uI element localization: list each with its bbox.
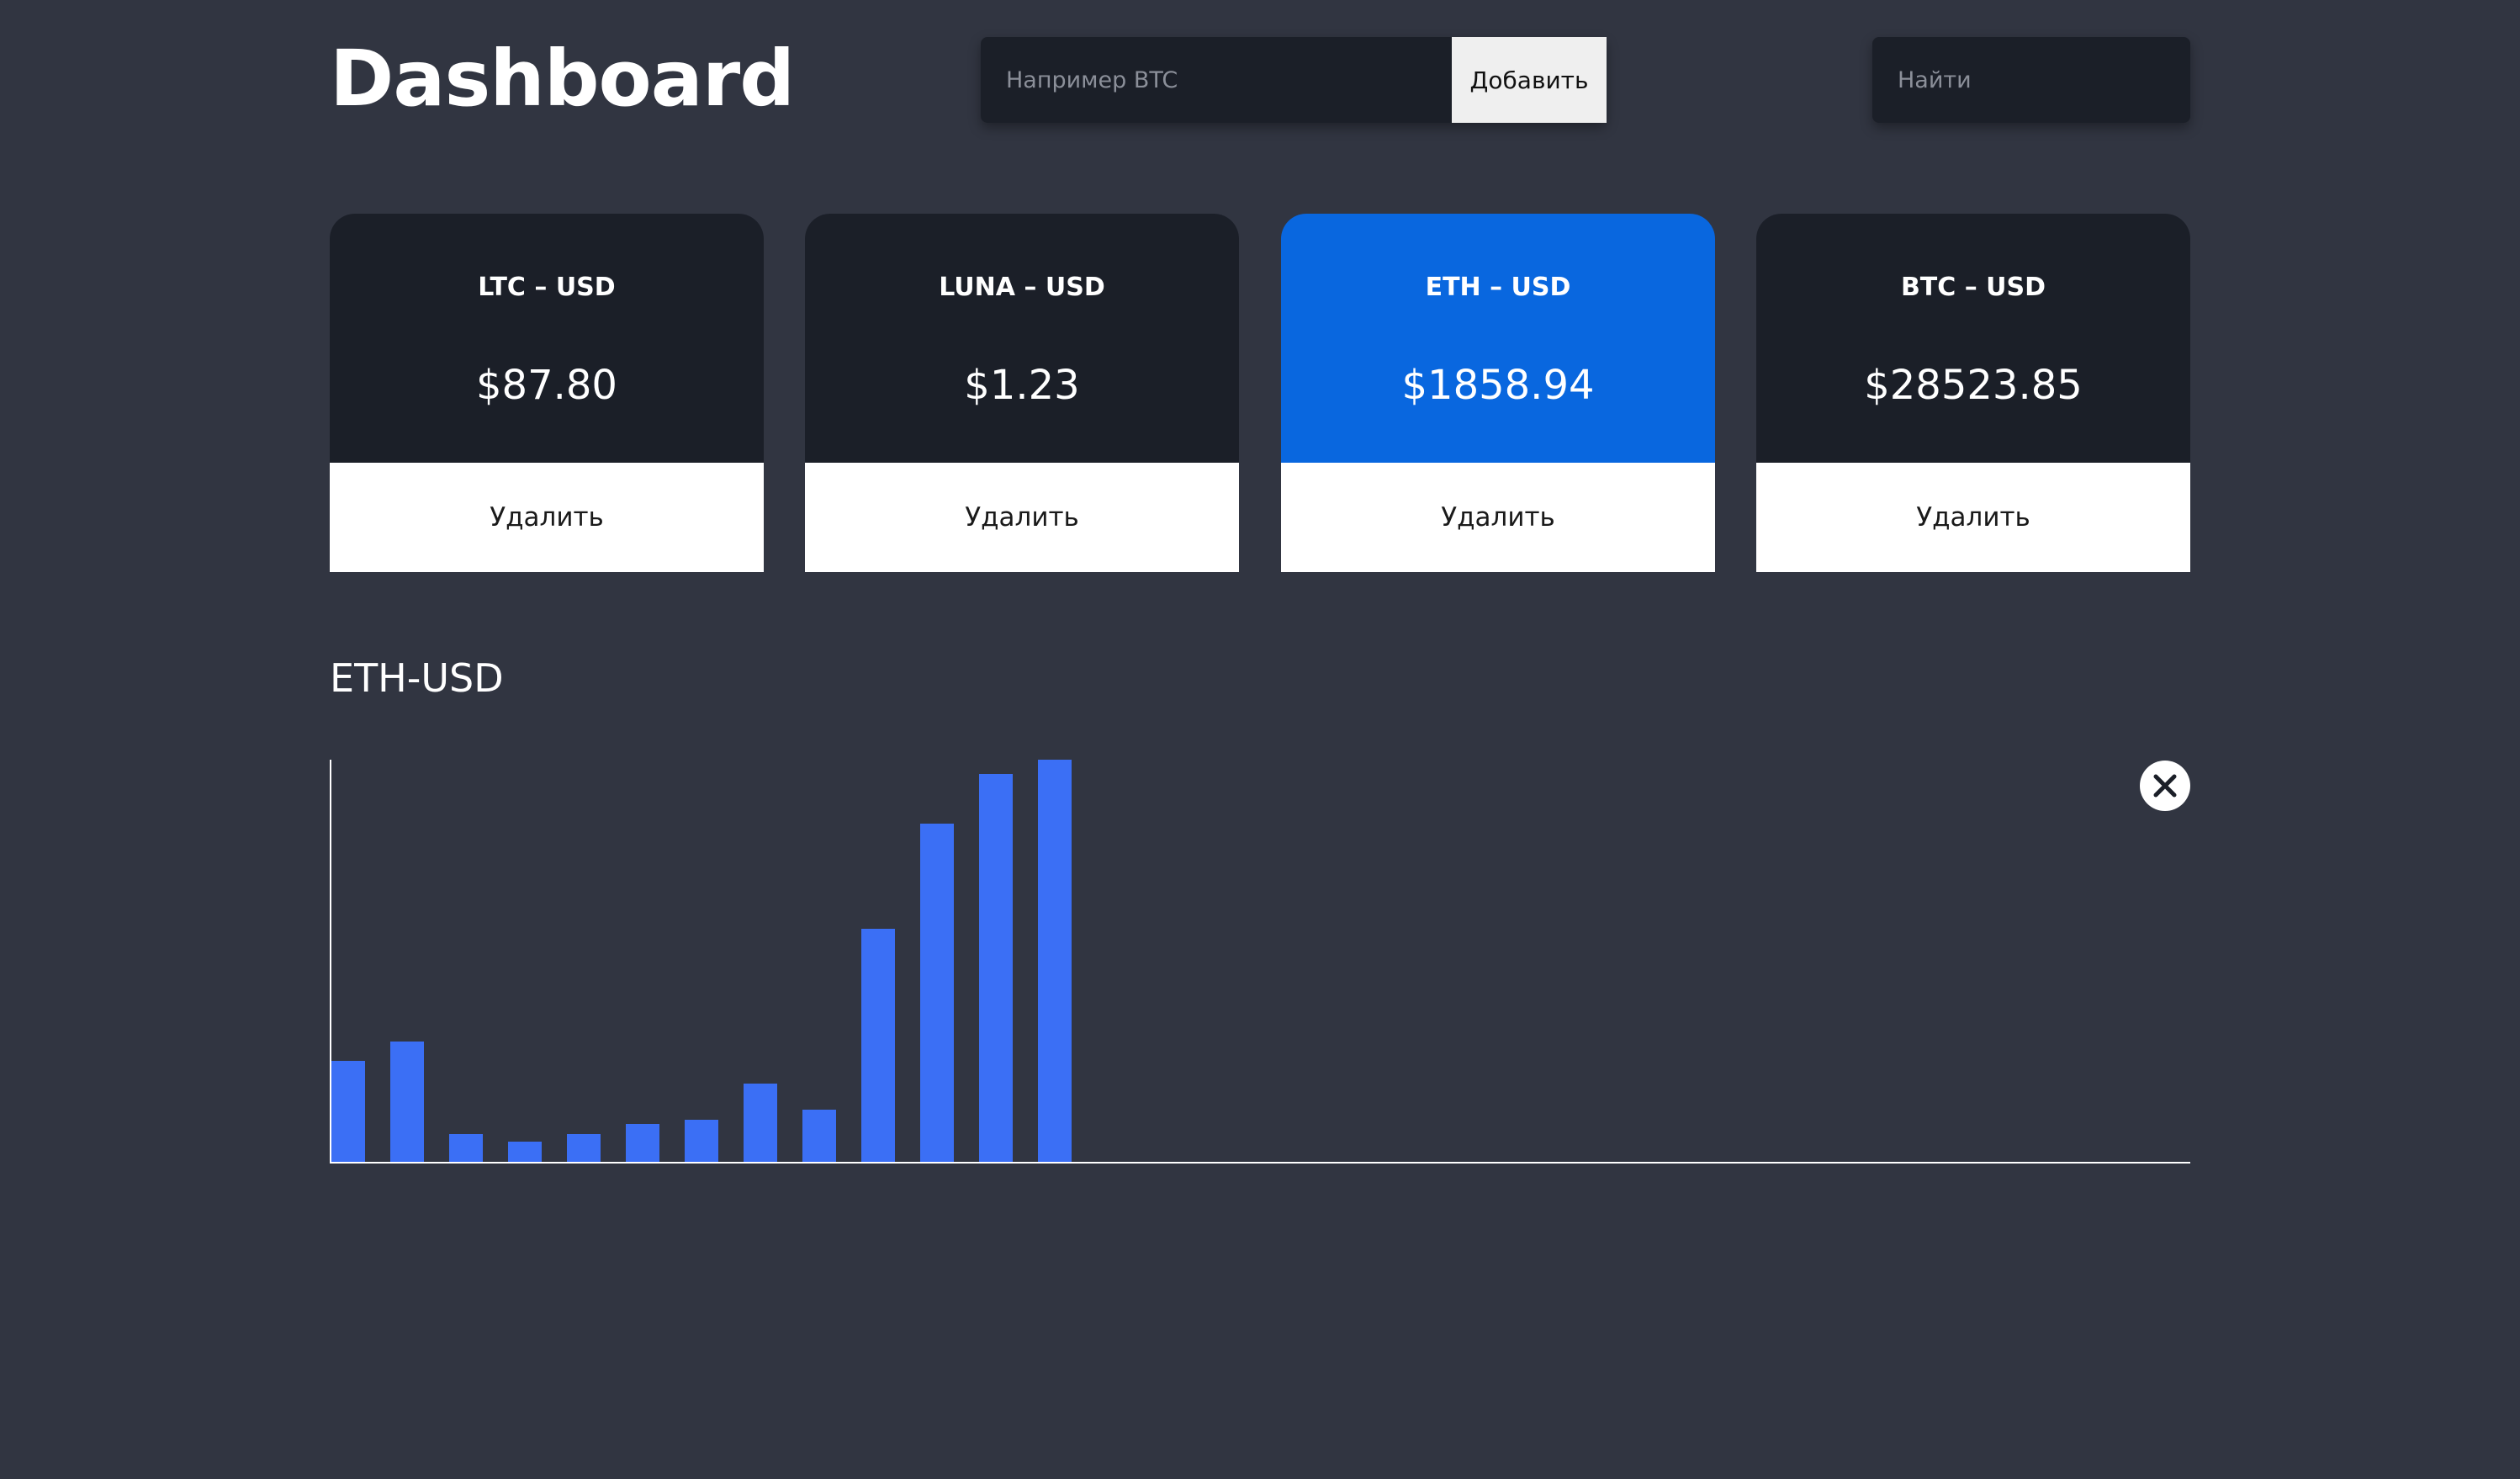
ticker-pair: ETH – USD: [1425, 273, 1571, 302]
ticker-price: $1858.94: [1401, 362, 1595, 409]
chart-bar: [508, 1142, 542, 1162]
card-header: ETH – USD $1858.94: [1281, 214, 1715, 463]
card-header: LTC – USD $87.80: [330, 214, 764, 463]
chart-bar: [744, 1084, 777, 1162]
dashboard-page: Dashboard Добавить LTC – USD $87.80 Удал…: [0, 0, 2520, 1479]
delete-button[interactable]: Удалить: [330, 463, 764, 572]
page-title: Dashboard: [330, 34, 795, 124]
ticker-price: $87.80: [476, 362, 617, 409]
chart-bar: [626, 1124, 659, 1162]
chart-bar: [685, 1120, 718, 1162]
card-header: LUNA – USD $1.23: [805, 214, 1239, 463]
ticker-input[interactable]: [981, 37, 1452, 123]
ticker-price: $28523.85: [1864, 362, 2083, 409]
chart-bars: [331, 760, 1072, 1162]
close-chart-button[interactable]: [2140, 761, 2190, 811]
ticker-card-eth[interactable]: ETH – USD $1858.94 Удалить: [1281, 214, 1715, 572]
chart-bar: [567, 1134, 601, 1162]
delete-button[interactable]: Удалить: [1756, 463, 2190, 572]
chart-bar: [979, 774, 1013, 1162]
chart-bar: [802, 1110, 836, 1162]
add-button[interactable]: Добавить: [1452, 37, 1607, 123]
ticker-pair: LUNA – USD: [939, 273, 1105, 302]
chart-bar: [449, 1134, 483, 1162]
card-header: BTC – USD $28523.85: [1756, 214, 2190, 463]
close-icon: [2153, 774, 2177, 798]
ticker-card-ltc[interactable]: LTC – USD $87.80 Удалить: [330, 214, 764, 572]
ticker-card-luna[interactable]: LUNA – USD $1.23 Удалить: [805, 214, 1239, 572]
chart-bar: [920, 824, 954, 1162]
delete-button[interactable]: Удалить: [805, 463, 1239, 572]
search-input[interactable]: [1872, 37, 2190, 123]
price-chart: [330, 760, 2190, 1164]
add-ticker-form: Добавить: [981, 37, 1607, 123]
chart-bar: [390, 1042, 424, 1162]
ticker-cards: LTC – USD $87.80 Удалить LUNA – USD $1.2…: [330, 214, 2190, 572]
chart-title: ETH-USD: [330, 655, 504, 701]
delete-button[interactable]: Удалить: [1281, 463, 1715, 572]
ticker-pair: BTC – USD: [1900, 273, 2046, 302]
chart-bar: [861, 929, 895, 1162]
chart-bar: [331, 1061, 365, 1162]
ticker-pair: LTC – USD: [478, 273, 616, 302]
ticker-card-btc[interactable]: BTC – USD $28523.85 Удалить: [1756, 214, 2190, 572]
chart-bar: [1038, 760, 1072, 1162]
ticker-price: $1.23: [964, 362, 1080, 409]
